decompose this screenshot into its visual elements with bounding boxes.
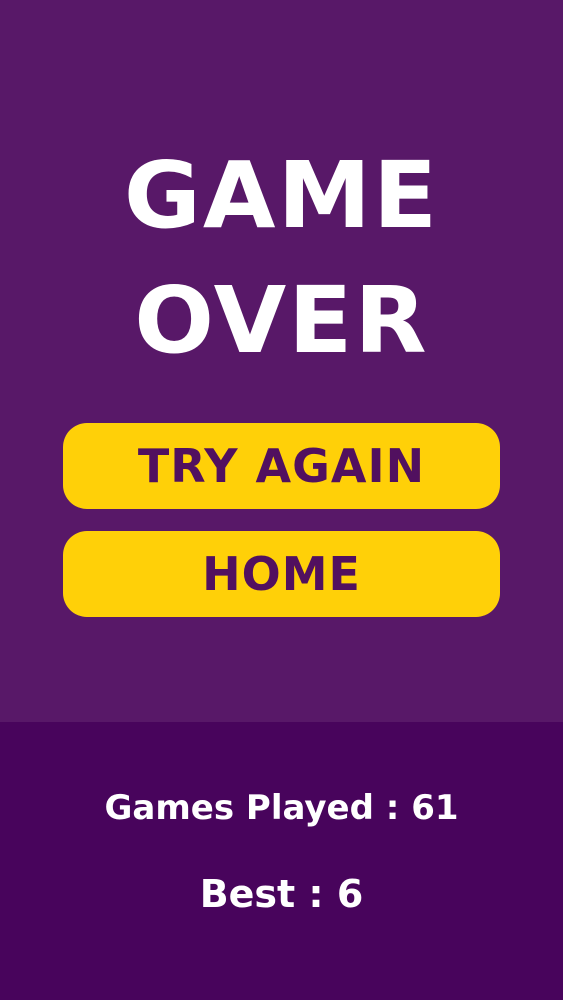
title-over: OVER xyxy=(134,267,429,374)
best-score-stat: Best : 6 xyxy=(199,872,364,916)
game-over-screen: GAME OVER TRY AGAIN HOME Games Played : … xyxy=(0,0,563,1000)
title-game: GAME xyxy=(123,142,440,249)
try-again-button[interactable]: TRY AGAIN xyxy=(63,423,500,509)
home-button[interactable]: HOME xyxy=(63,531,500,617)
game-over-panel: GAME OVER TRY AGAIN HOME xyxy=(0,0,563,722)
stats-panel xyxy=(0,722,563,1000)
games-played-stat: Games Played : 61 xyxy=(104,788,459,828)
